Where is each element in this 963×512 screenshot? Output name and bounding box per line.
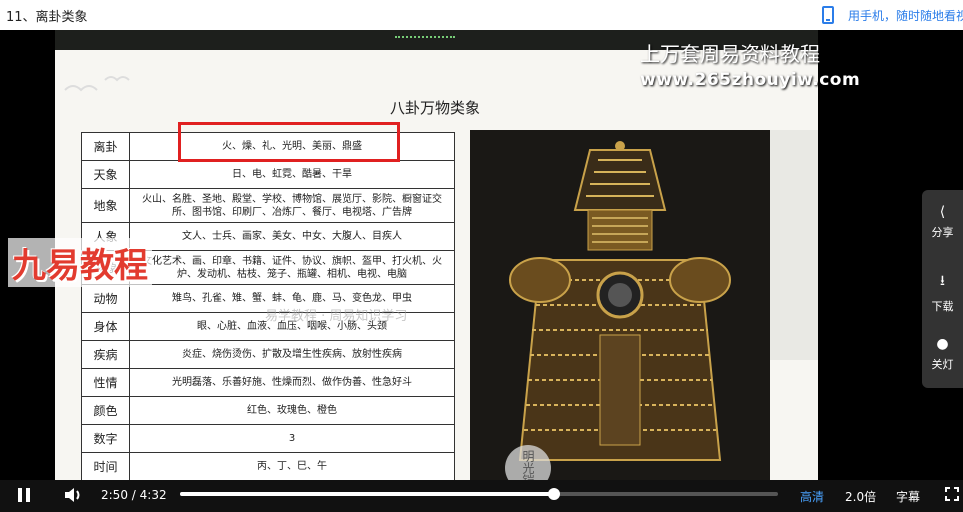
row-value: 文化艺术、画、印章、书籍、证件、协议、旗帜、盔甲、打火机、火炉、发动机、枯枝、笼… (129, 250, 455, 285)
armor-photo (470, 130, 770, 480)
progress-knob[interactable] (547, 488, 560, 500)
row-value: 炎症、烧伤烫伤、扩散及增生性疾病、放射性疾病 (129, 340, 455, 369)
row-value: 3 (129, 424, 455, 453)
row-key: 离卦 (81, 132, 130, 161)
row-value: 丙、丁、巳、午 (129, 452, 455, 480)
row-key: 颜色 (81, 396, 130, 425)
row-key: 疾病 (81, 340, 130, 369)
jiuyi-logo: 九易教程 (8, 238, 152, 287)
table-row: 疾病 炎症、烧伤烫伤、扩散及增生性疾病、放射性疾病 (81, 340, 455, 369)
birds-decoration (64, 76, 130, 92)
table-row: 颜色 红色、玫瑰色、橙色 (81, 396, 455, 425)
mobile-watch-text: 用手机，随时随地看视频 (848, 8, 963, 23)
armor-illustration (470, 130, 770, 480)
row-key: 天象 (81, 160, 130, 189)
row-value: 火山、名胜、圣地、殿堂、学校、博物馆、展览厅、影院、橱窗证交所、图书馆、印刷厂、… (129, 188, 455, 223)
slide: 八卦万物类象 离卦 火、燥、礼、光明、美丽、鼎盛 天象 日、电、虹霓、酷暑、干旱 地… (55, 50, 818, 480)
current-time: 2:50 (101, 488, 128, 502)
table-row: 数字 3 (81, 424, 455, 453)
photo-side-strip (770, 130, 818, 360)
row-key: 性情 (81, 368, 130, 397)
progress-bar[interactable] (180, 488, 778, 500)
table-row: 时间 丙、丁、巳、午 (81, 452, 455, 480)
lights-off-button[interactable]: ● 关灯 (922, 324, 963, 384)
watermark-url: www.265zhouyiw.com (640, 70, 861, 90)
table-row: 地象 火山、名胜、圣地、殿堂、学校、博物馆、展览厅、影院、橱窗证交所、图书馆、印刷… (81, 188, 455, 223)
highlight-box (178, 122, 400, 162)
speed-button[interactable]: 2.0倍 (845, 488, 876, 505)
mobile-watch-link[interactable]: 用手机，随时随地看视频 (822, 0, 963, 30)
fullscreen-button[interactable] (945, 487, 959, 501)
pause-icon (18, 488, 22, 502)
ink-decoration (55, 60, 175, 110)
row-key: 地象 (81, 188, 130, 223)
row-value: 红色、玫瑰色、橙色 (129, 396, 455, 425)
subtitle-button[interactable]: 字幕 (896, 488, 920, 505)
slide-title: 八卦万物类象 (390, 99, 481, 117)
row-value: 日、电、虹霓、酷暑、干旱 (129, 160, 455, 189)
row-key: 身体 (81, 312, 130, 341)
download-label: 下载 (931, 300, 954, 313)
volume-icon[interactable] (63, 486, 83, 504)
time-display: 2:50 / 4:32 (101, 488, 167, 502)
download-button[interactable]: ⭳ 下载 (922, 258, 963, 318)
status-dots (395, 36, 455, 42)
table-row: 性情 光明磊落、乐善好施、性燥而烈、做作伪善、性急好斗 (81, 368, 455, 397)
phone-icon (822, 6, 834, 24)
quality-button[interactable]: 高清 (800, 488, 824, 505)
row-key: 动物 (81, 284, 130, 313)
progress-fill (180, 492, 554, 496)
player-controls: 2:50 / 4:32 高清 2.0倍 字幕 (0, 480, 963, 512)
video-page: 11、离卦类象 用手机，随时随地看视频 八卦万物类象 离卦火、燥、礼、光明、美丽… (0, 0, 963, 512)
download-icon: ⭳ (940, 273, 945, 289)
center-watermark: 易学教程 · 周易知识学习 (265, 309, 408, 324)
row-key: 时间 (81, 452, 130, 480)
pause-button[interactable] (18, 488, 30, 502)
share-label: 分享 (931, 226, 954, 239)
row-value: 光明磊落、乐善好施、性燥而烈、做作伪善、性急好斗 (129, 368, 455, 397)
table-row: 天象 日、电、虹霓、酷暑、干旱 (81, 160, 455, 189)
watermark-top: 上万套周易资料教程 (640, 42, 820, 66)
fullscreen-icon (945, 487, 950, 492)
row-value: 文人、士兵、画家、美女、中女、大腹人、目疾人 (129, 222, 455, 251)
bulb-icon: ● (936, 336, 949, 352)
lights-off-label: 关灯 (931, 358, 954, 371)
duration: 4:32 (139, 488, 167, 502)
share-icon: ⟨ (939, 204, 946, 220)
video-player[interactable]: 八卦万物类象 离卦 火、燥、礼、光明、美丽、鼎盛 天象 日、电、虹霓、酷暑、干旱 地… (0, 30, 963, 480)
row-key: 数字 (81, 424, 130, 453)
video-title: 11、离卦类象 (6, 10, 88, 25)
side-panel: ⟨ 分享 ⭳ 下载 ● 关灯 (922, 190, 963, 388)
share-button[interactable]: ⟨ 分享 (922, 192, 963, 252)
top-bar: 11、离卦类象 用手机，随时随地看视频 (0, 0, 963, 30)
